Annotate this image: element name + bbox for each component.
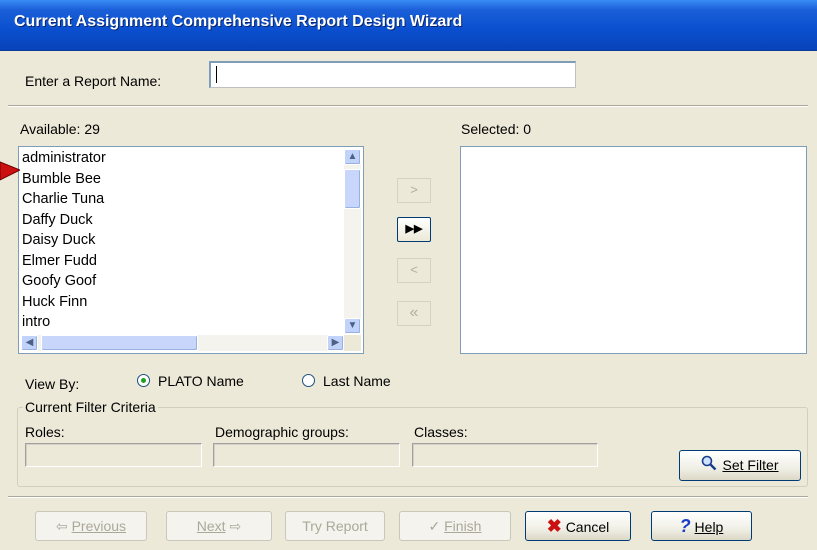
next-label: Next xyxy=(196,518,226,534)
horizontal-scroll-thumb[interactable] xyxy=(41,335,198,351)
scroll-right-icon[interactable]: ▶ xyxy=(327,335,344,351)
scroll-corner xyxy=(344,335,361,351)
list-item[interactable]: Daffy Duck xyxy=(20,210,343,231)
list-item[interactable]: intro xyxy=(20,312,343,333)
view-by-label: View By: xyxy=(25,376,79,392)
title-bar: Current Assignment Comprehensive Report … xyxy=(0,0,817,51)
roles-label: Roles: xyxy=(25,424,65,440)
cancel-label: Cancel xyxy=(565,519,610,535)
demographic-groups-label: Demographic groups: xyxy=(215,424,349,440)
help-button[interactable]: ? Help xyxy=(651,511,752,541)
radio-last-name[interactable] xyxy=(302,374,315,387)
try-report-label: Try Report xyxy=(302,518,368,534)
separator-footer xyxy=(8,496,808,498)
magnifier-icon xyxy=(701,452,717,480)
filter-group-label: Current Filter Criteria xyxy=(23,399,158,415)
forward-arrow-icon: ⇨ xyxy=(229,518,242,534)
list-item[interactable]: Goofy Goof xyxy=(20,271,343,292)
available-items: administrator Bumble Bee Charlie Tuna Daffy… xyxy=(20,148,343,333)
previous-label: Previous xyxy=(71,518,127,534)
text-caret xyxy=(216,66,217,83)
available-horizontal-scrollbar[interactable]: ◀ ▶ xyxy=(21,335,344,351)
available-listbox[interactable]: administrator Bumble Bee Charlie Tuna Daffy… xyxy=(18,146,364,354)
finish-check-icon: ✓ xyxy=(428,518,441,534)
report-name-input[interactable] xyxy=(209,61,576,88)
add-all-button[interactable]: ▶▶ xyxy=(397,217,431,242)
finish-button[interactable]: ✓ Finish xyxy=(399,511,511,541)
remove-one-button[interactable]: < xyxy=(397,258,431,283)
radio-last-name-label[interactable]: Last Name xyxy=(323,373,391,389)
finish-label: Finish xyxy=(444,518,482,534)
selected-listbox[interactable] xyxy=(460,146,807,354)
set-filter-button[interactable]: Set Filter xyxy=(679,450,801,481)
cancel-button[interactable]: ✖ Cancel xyxy=(525,511,631,541)
cancel-x-icon: ✖ xyxy=(546,516,562,536)
roles-field xyxy=(25,443,202,467)
list-item[interactable]: Daisy Duck xyxy=(20,230,343,251)
list-item[interactable]: Elmer Fudd xyxy=(20,251,343,272)
classes-field xyxy=(412,443,598,467)
previous-button[interactable]: ⇦ Previous xyxy=(35,511,147,541)
list-item[interactable]: Bumble Bee xyxy=(20,169,343,190)
report-name-label: Enter a Report Name: xyxy=(25,73,162,89)
set-filter-label: Set Filter xyxy=(722,457,779,473)
red-pointer-arrow-icon xyxy=(0,161,20,181)
vertical-scroll-thumb[interactable] xyxy=(344,169,361,209)
radio-plato-name[interactable] xyxy=(137,374,150,387)
view-by-text: View By: xyxy=(25,376,80,392)
available-vertical-scrollbar[interactable]: ▲ ▼ xyxy=(344,149,361,334)
scroll-down-icon[interactable]: ▼ xyxy=(344,318,361,334)
window-title: Current Assignment Comprehensive Report … xyxy=(14,13,463,30)
remove-all-button[interactable]: « xyxy=(397,301,431,326)
next-button[interactable]: Next ⇨ xyxy=(166,511,272,541)
scroll-left-icon[interactable]: ◀ xyxy=(21,335,38,351)
selected-count-label: Selected: 0 xyxy=(461,121,532,137)
list-item[interactable]: Charlie Tuna xyxy=(20,189,343,210)
list-item[interactable]: Huck Finn xyxy=(20,292,343,313)
available-count-label: Available: 29 xyxy=(20,121,100,137)
demographic-groups-field xyxy=(213,443,400,467)
classes-label: Classes: xyxy=(414,424,468,440)
list-item[interactable]: administrator xyxy=(20,148,343,169)
help-label: Help xyxy=(694,519,724,535)
try-report-button[interactable]: Try Report xyxy=(285,511,385,541)
radio-plato-name-label[interactable]: PLATO Name xyxy=(158,373,244,389)
separator xyxy=(8,105,808,107)
back-arrow-icon: ⇦ xyxy=(55,518,68,534)
help-question-icon: ? xyxy=(679,516,691,536)
add-one-button[interactable]: > xyxy=(397,178,431,203)
scroll-up-icon[interactable]: ▲ xyxy=(344,149,361,165)
